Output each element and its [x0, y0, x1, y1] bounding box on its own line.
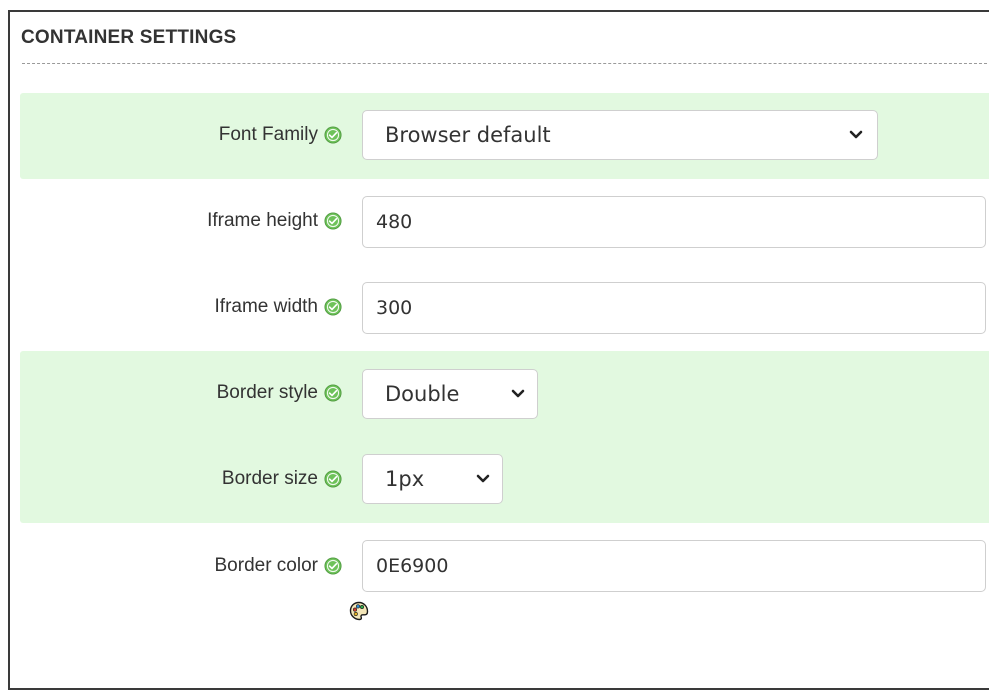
setting-label: Font Family: [218, 124, 318, 145]
check-circle-icon: [324, 126, 342, 144]
check-circle-icon: [324, 298, 342, 316]
iframe-width-input[interactable]: 300: [362, 282, 986, 334]
check-circle-icon: [324, 384, 342, 402]
input-value: 480: [376, 211, 413, 233]
chevron-down-icon: [511, 389, 525, 398]
section-title: CONTAINER SETTINGS: [21, 27, 237, 48]
chevron-down-icon: [849, 130, 863, 139]
select-value: 1px: [385, 467, 425, 491]
section-divider: [22, 63, 989, 64]
font-family-select[interactable]: Browser default: [362, 110, 878, 160]
setting-row-iframe-height: Iframe height 480: [20, 179, 989, 265]
setting-row-font-family: Font Family Browser default: [20, 93, 989, 179]
setting-row-border-style: Border style Double: [20, 351, 989, 437]
border-size-select[interactable]: 1px: [362, 454, 503, 504]
check-circle-icon: [324, 557, 342, 575]
setting-label: Iframe width: [214, 296, 318, 317]
setting-label: Iframe height: [207, 210, 318, 231]
setting-label: Border color: [214, 555, 319, 576]
setting-label: Border style: [216, 382, 318, 403]
check-circle-icon: [324, 470, 342, 488]
select-value: Browser default: [385, 123, 551, 147]
setting-row-border-color: Border color 0E6900: [20, 523, 989, 633]
iframe-height-input[interactable]: 480: [362, 196, 986, 248]
border-color-input[interactable]: 0E6900: [362, 540, 986, 592]
setting-label: Border size: [221, 468, 318, 489]
select-value: Double: [385, 382, 460, 406]
input-value: 0E6900: [376, 555, 449, 577]
chevron-down-icon: [476, 474, 490, 483]
setting-row-iframe-width: Iframe width 300: [20, 265, 989, 351]
input-value: 300: [376, 297, 413, 319]
setting-row-border-size: Border size 1px: [20, 437, 989, 523]
color-palette-icon[interactable]: [349, 601, 369, 621]
border-style-select[interactable]: Double: [362, 369, 538, 419]
check-circle-icon: [324, 212, 342, 230]
